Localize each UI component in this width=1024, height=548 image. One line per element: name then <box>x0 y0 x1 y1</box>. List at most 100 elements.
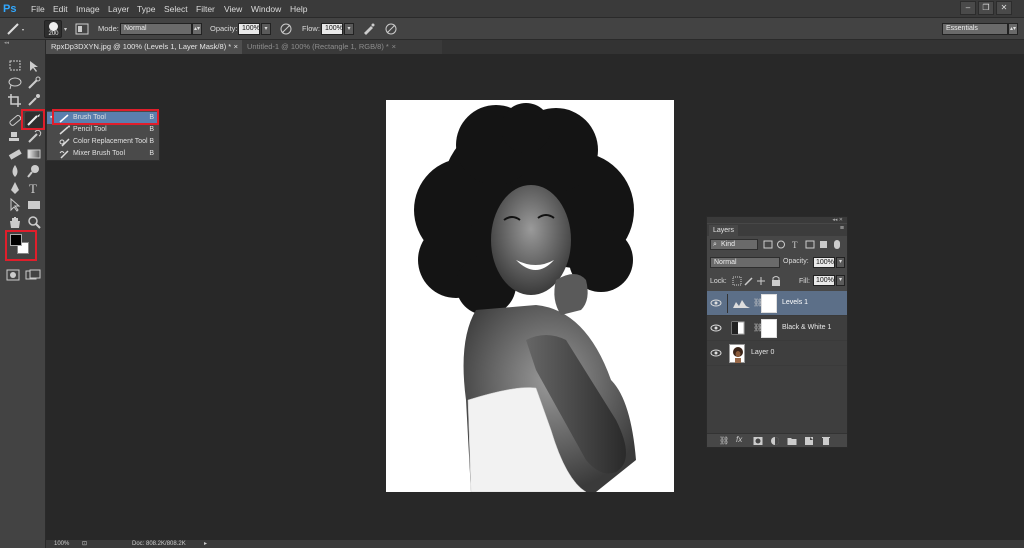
document-canvas[interactable] <box>386 100 674 492</box>
trash-icon[interactable] <box>821 436 831 446</box>
brush-highlight <box>21 109 45 130</box>
rectangle-tool[interactable] <box>25 197 43 213</box>
tab-close-icon[interactable]: × <box>234 40 238 54</box>
link-chain-icon[interactable]: ⛓ <box>753 298 763 308</box>
minimize-button[interactable]: – <box>960 1 976 15</box>
flyout-item-mixer-brush[interactable]: Mixer Brush Tool B <box>47 148 159 160</box>
flyout-item-pencil[interactable]: Pencil Tool B <box>47 124 159 136</box>
panel-collapse-icon[interactable]: ◂◂ ✕ <box>707 217 847 223</box>
tab-close-icon[interactable]: × <box>392 40 396 54</box>
workspace-select[interactable]: Essentials <box>942 23 1008 35</box>
dodge-tool[interactable] <box>25 163 43 179</box>
status-icon[interactable]: ⊡ <box>82 540 87 548</box>
zoom-level[interactable]: 100% <box>54 540 69 548</box>
menu-view[interactable]: View <box>224 3 242 15</box>
eraser-tool[interactable] <box>6 146 24 162</box>
marquee-tool[interactable] <box>6 58 24 74</box>
eye-icon[interactable] <box>709 321 723 335</box>
eyedropper-tool[interactable] <box>25 92 43 108</box>
fx-icon[interactable]: fx <box>736 435 742 444</box>
menu-select[interactable]: Select <box>164 3 188 15</box>
filter-kind-select[interactable]: ⌕ Kind <box>710 239 758 250</box>
clone-stamp-tool[interactable] <box>6 129 24 145</box>
gradient-icon <box>27 149 41 159</box>
folder-icon[interactable] <box>787 436 797 446</box>
menu-image[interactable]: Image <box>76 3 100 15</box>
quick-mask-button[interactable] <box>6 269 20 281</box>
blend-mode-select[interactable]: Normal <box>710 257 780 268</box>
layer-row-black-white[interactable]: ⛓ Black & White 1 <box>707 316 847 341</box>
move-tool[interactable] <box>25 58 43 74</box>
menu-file[interactable]: File <box>31 3 45 15</box>
brush-preset-icon <box>7 23 24 35</box>
mode-label: Mode: <box>98 24 119 33</box>
marquee-icon <box>9 60 21 71</box>
hand-tool[interactable] <box>6 214 24 230</box>
link-icon[interactable]: ⛓ <box>719 436 729 446</box>
layer-row-layer0[interactable]: Layer 0 <box>707 341 847 366</box>
close-window-button[interactable]: ✕ <box>996 1 1012 15</box>
path-selection-tool[interactable] <box>6 197 24 213</box>
layer-opacity-input[interactable]: 100% <box>813 257 835 268</box>
screen-mode-icon <box>25 269 41 280</box>
zoom-tool[interactable] <box>25 214 43 230</box>
mask-icon[interactable] <box>753 436 763 446</box>
opacity-input[interactable]: 100% <box>238 23 260 35</box>
flyout-item-color-replacement[interactable]: Color Replacement Tool B <box>47 136 159 148</box>
brush-size-picker[interactable]: 200 <box>44 20 62 38</box>
layer-mask-thumbnail[interactable] <box>761 294 777 313</box>
airbrush-button[interactable] <box>361 21 377 37</box>
chevron-down-icon[interactable]: ▾ <box>64 26 70 33</box>
link-chain-icon[interactable]: ⛓ <box>753 323 763 333</box>
pressure-opacity-button[interactable] <box>278 21 294 37</box>
layer-name: Layer 0 <box>751 349 775 356</box>
pen-tool[interactable] <box>6 180 24 196</box>
menu-layer[interactable]: Layer <box>108 3 129 15</box>
tab-document-inactive[interactable]: Untitled-1 @ 100% (Rectangle 1, RGB/8) *… <box>242 40 442 54</box>
workspace-dropdown-icon[interactable]: ▴▾ <box>1008 23 1018 35</box>
mode-select[interactable]: Normal <box>120 23 192 35</box>
type-tool[interactable]: T <box>25 180 43 196</box>
adjustment-icon[interactable] <box>770 436 780 446</box>
pressure-size-button[interactable] <box>383 21 399 37</box>
history-brush-tool[interactable] <box>25 129 43 145</box>
mode-dropdown-icon[interactable]: ▴▾ <box>192 23 202 35</box>
tab-layers[interactable]: Layers <box>709 225 739 236</box>
brush-panel-toggle[interactable] <box>74 21 90 37</box>
quick-selection-tool[interactable] <box>25 75 43 91</box>
screen-mode-button[interactable] <box>25 269 41 281</box>
layer-name: Black & White 1 <box>782 324 832 331</box>
layer-mask-thumbnail[interactable] <box>761 319 777 338</box>
layers-panel: ◂◂ ✕ Layers ≡ ⌕ Kind T Normal Opacity: 1… <box>706 216 848 448</box>
gradient-tool[interactable] <box>25 146 43 162</box>
new-layer-icon[interactable] <box>804 436 814 446</box>
brush-size-value: 200 <box>48 31 59 37</box>
panel-menu-icon[interactable]: ≡ <box>840 225 844 232</box>
fill-dropdown-icon[interactable]: ▾ <box>836 275 845 286</box>
opacity-dropdown-icon[interactable]: ▾ <box>836 257 845 268</box>
fill-input[interactable]: 100% <box>813 275 835 286</box>
menu-edit[interactable]: Edit <box>53 3 68 15</box>
menu-filter[interactable]: Filter <box>196 3 215 15</box>
menu-help[interactable]: Help <box>290 3 307 15</box>
tab-document-active[interactable]: RpxDp3DXYN.jpg @ 100% (Levels 1, Layer M… <box>46 40 242 54</box>
eraser-icon <box>8 149 22 160</box>
panel-grip-icon[interactable]: ◂◂ <box>4 41 42 46</box>
opacity-slider-icon[interactable]: ▾ <box>261 23 271 35</box>
lasso-tool[interactable] <box>6 75 24 91</box>
pressure-icon <box>280 23 292 35</box>
layer-row-levels[interactable]: ⛓ Levels 1 <box>707 291 847 316</box>
path-selection-icon <box>10 197 21 212</box>
restore-button[interactable]: ❐ <box>978 1 994 15</box>
eye-icon[interactable] <box>709 346 723 360</box>
flow-slider-icon[interactable]: ▾ <box>344 23 354 35</box>
blur-tool[interactable] <box>6 163 24 179</box>
menu-window[interactable]: Window <box>251 3 281 15</box>
flow-input[interactable]: 100% <box>321 23 343 35</box>
status-menu-arrow-icon[interactable]: ▸ <box>204 540 207 548</box>
menu-type[interactable]: Type <box>137 3 155 15</box>
crop-tool[interactable] <box>6 92 24 108</box>
flow-label: Flow: <box>302 24 320 33</box>
eye-icon[interactable] <box>709 296 723 310</box>
tool-preset-picker[interactable] <box>4 21 26 37</box>
